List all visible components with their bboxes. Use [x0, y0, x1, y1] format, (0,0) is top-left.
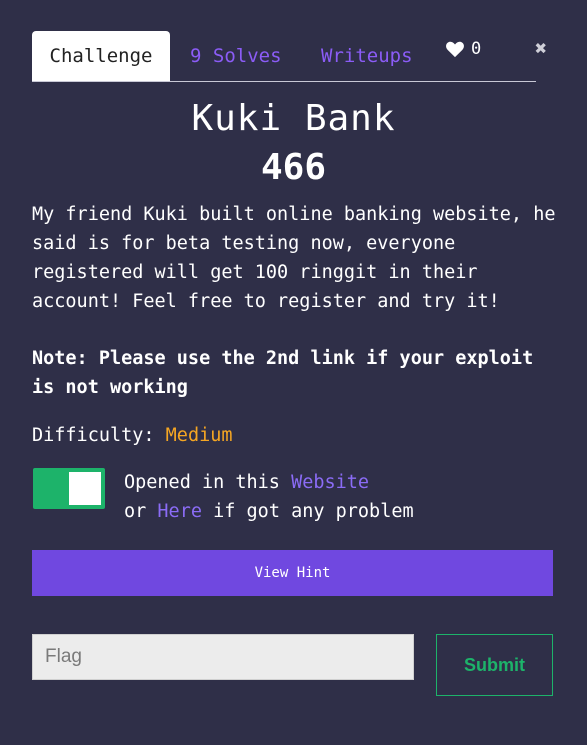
challenge-note: Note: Please use the 2nd link if your ex… [32, 348, 534, 398]
flag-input[interactable] [32, 634, 414, 680]
challenge-description: My friend Kuki built online banking webs… [32, 204, 556, 312]
tab-solves[interactable]: 9 Solves [190, 31, 282, 81]
like-count: 0 [471, 39, 482, 59]
challenge-title: Kuki Bank [191, 98, 396, 139]
instance-toggle[interactable] [33, 468, 105, 509]
difficulty-value: Medium [165, 425, 233, 446]
tab-writeups[interactable]: Writeups [321, 31, 413, 81]
heart-icon [446, 41, 464, 58]
instance-links: Opened in this Website or Here if got an… [124, 468, 414, 526]
website-link[interactable]: Website [291, 472, 369, 493]
or-text: or [124, 501, 147, 522]
like-button[interactable]: 0 [445, 39, 481, 59]
view-hint-button[interactable]: View Hint [32, 550, 553, 596]
tab-challenge[interactable]: Challenge [32, 31, 170, 81]
difficulty: Difficulty: Medium [32, 421, 233, 450]
submit-button[interactable]: Submit [436, 634, 553, 696]
challenge-points: 466 [260, 147, 327, 188]
close-icon[interactable]: ✖ [535, 36, 547, 60]
links-suffix: if got any problem [213, 501, 414, 522]
toggle-knob [69, 472, 101, 505]
difficulty-label: Difficulty: [32, 425, 155, 446]
opened-prefix: Opened in this [124, 472, 280, 493]
here-link[interactable]: Here [157, 501, 202, 522]
